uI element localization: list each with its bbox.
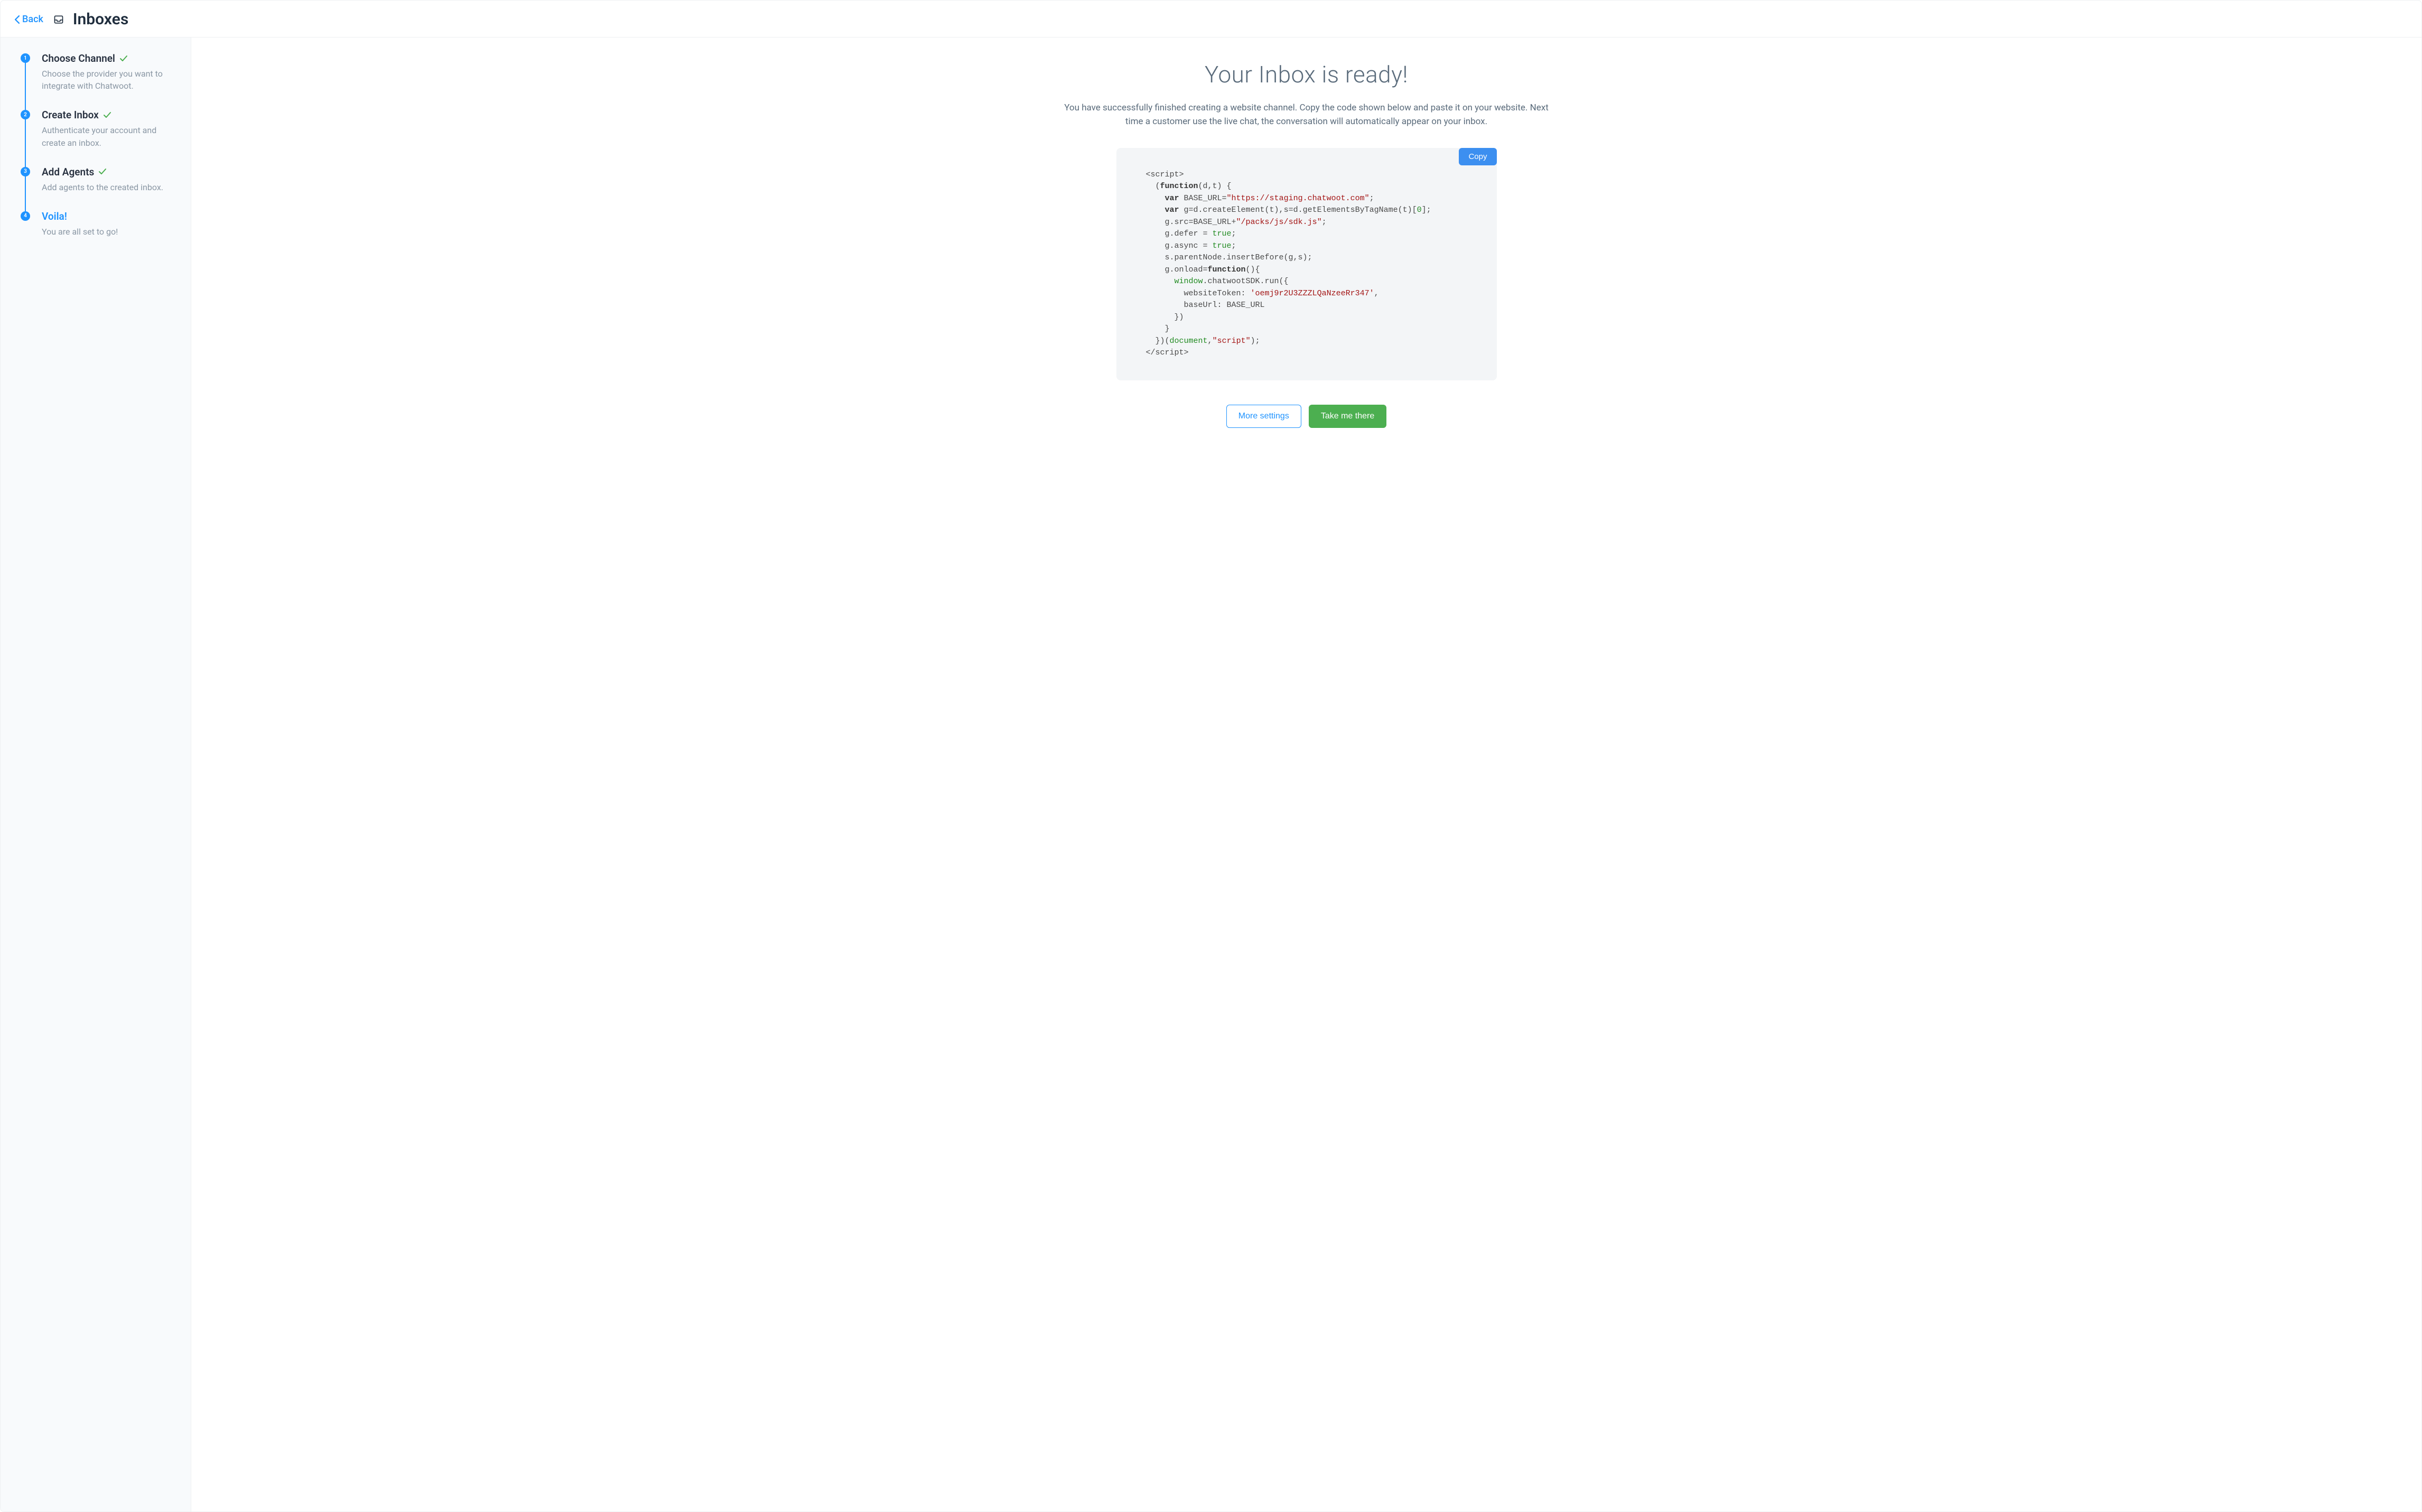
code-snippet: <script> (function(d,t) { var BASE_URL="… — [1146, 169, 1478, 359]
wizard-step-number: 4 — [21, 211, 30, 221]
wizard-step-voila: 4 Voila! You are all set to go! — [21, 210, 179, 238]
inbox-icon — [53, 14, 64, 25]
wizard-step-header: Create Inbox — [42, 109, 179, 121]
wizard-step-title: Create Inbox — [42, 109, 99, 121]
wizard-step-header: Voila! — [42, 210, 179, 222]
topbar: Back Inboxes — [1, 1, 2421, 38]
wizard-steps: 1 Choose Channel Choose the provider you… — [21, 52, 179, 238]
check-icon — [103, 111, 111, 119]
hero-description: You have successfully finished creating … — [1064, 101, 1550, 129]
wizard-step-header: Choose Channel — [42, 52, 179, 64]
wizard-step-connector — [25, 61, 26, 110]
wizard-step-create-inbox: 2 Create Inbox Authenticate your account… — [21, 109, 179, 165]
chevron-left-icon — [14, 15, 20, 24]
wizard-step-title: Voila! — [42, 210, 67, 222]
back-button[interactable]: Back — [14, 14, 43, 25]
wizard-step-number: 2 — [21, 110, 30, 119]
code-snippet-card: Copy <script> (function(d,t) { var BASE_… — [1116, 148, 1497, 380]
main-panel: Your Inbox is ready! You have successful… — [191, 38, 2421, 1511]
check-icon — [119, 54, 128, 63]
wizard-sidebar: 1 Choose Channel Choose the provider you… — [1, 38, 191, 1511]
copy-button[interactable]: Copy — [1459, 148, 1496, 165]
body: 1 Choose Channel Choose the provider you… — [1, 38, 2421, 1511]
more-settings-button[interactable]: More settings — [1226, 405, 1301, 428]
wizard-step-desc: Authenticate your account and create an … — [42, 124, 179, 148]
wizard-step-add-agents: 3 Add Agents Add agents to the created i… — [21, 166, 179, 210]
wizard-step-choose-channel: 1 Choose Channel Choose the provider you… — [21, 52, 179, 109]
hero-title: Your Inbox is ready! — [217, 61, 2396, 88]
wizard-step-title: Choose Channel — [42, 52, 115, 64]
wizard-step-title: Add Agents — [42, 166, 94, 178]
wizard-step-desc: You are all set to go! — [42, 226, 179, 238]
wizard-step-number: 1 — [21, 53, 30, 63]
page-root: Back Inboxes 1 Choose Channel — [0, 0, 2422, 1512]
wizard-step-header: Add Agents — [42, 166, 179, 178]
wizard-step-connector — [25, 174, 26, 211]
take-me-there-button[interactable]: Take me there — [1309, 405, 1386, 428]
wizard-step-connector — [25, 117, 26, 166]
action-row: More settings Take me there — [217, 405, 2396, 428]
wizard-step-desc: Add agents to the created inbox. — [42, 181, 179, 193]
check-icon — [98, 167, 107, 176]
back-label: Back — [22, 14, 43, 25]
wizard-step-desc: Choose the provider you want to integrat… — [42, 68, 179, 92]
wizard-step-number: 3 — [21, 167, 30, 176]
page-title: Inboxes — [73, 10, 128, 29]
